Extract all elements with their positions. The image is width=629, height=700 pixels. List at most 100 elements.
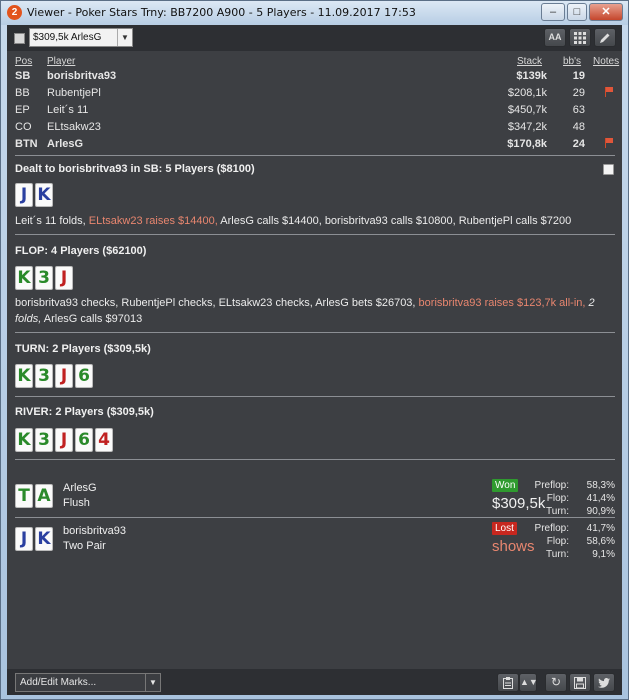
viewer-window: 2 Viewer - Poker Stars Trny: BB7200 A900… bbox=[0, 0, 629, 700]
twitter-icon[interactable] bbox=[593, 673, 615, 692]
chevron-down-icon[interactable]: ▼ bbox=[117, 29, 132, 46]
window-title: Viewer - Poker Stars Trny: BB7200 A900 -… bbox=[27, 6, 416, 19]
player-row[interactable]: CO ELtsakw23 $347,2k 48 bbox=[15, 119, 615, 136]
col-pos[interactable]: Pos bbox=[15, 56, 32, 67]
equity-label: Flop: bbox=[546, 536, 569, 547]
playing-card: 6 bbox=[75, 364, 93, 388]
marks-select[interactable]: Add/Edit Marks... ▼ bbox=[15, 673, 161, 692]
player-rows: SB borisbritva93 $139k 19 BB RubentjePl $208,1… bbox=[15, 68, 615, 153]
turn-cards: K3J6 bbox=[15, 364, 93, 389]
font-size-button[interactable]: AA bbox=[544, 28, 566, 47]
hole-cards: JK bbox=[15, 183, 53, 208]
player-bbs: 29 bbox=[572, 87, 585, 99]
river-title: RIVER: 2 Players ($309,5k) bbox=[15, 406, 154, 418]
player-position: CO bbox=[15, 121, 32, 133]
player-row[interactable]: BTN ArlesG $170,8k 24 bbox=[15, 136, 615, 153]
equity-label: Preflop: bbox=[534, 480, 569, 491]
preflop-title: Dealt to borisbritva93 in SB: 5 Players … bbox=[15, 163, 255, 175]
app-logo-icon: 2 bbox=[7, 5, 22, 20]
player-row[interactable]: SB borisbritva93 $139k 19 bbox=[15, 68, 615, 85]
chevron-down-icon[interactable]: ▼ bbox=[145, 674, 160, 691]
player-position: BTN bbox=[15, 138, 38, 150]
playing-card: J bbox=[55, 364, 73, 388]
replay-icon[interactable]: ↻ bbox=[545, 673, 567, 692]
player-row[interactable]: EP Leit´s 11 $450,7k 63 bbox=[15, 102, 615, 119]
divider bbox=[15, 234, 615, 235]
equity-flop: 41,4% bbox=[586, 493, 615, 504]
result-winner: TA ArlesG Flush Won $309,5k Preflop: 58,3… bbox=[15, 479, 615, 517]
hand-select-value: $309,5k ArlesG bbox=[33, 32, 102, 43]
playing-card: T bbox=[15, 484, 33, 508]
winner-name: ArlesG bbox=[63, 482, 97, 494]
playing-card: 3 bbox=[35, 428, 53, 452]
shows-label: shows bbox=[492, 538, 535, 555]
flop-cards: K3J bbox=[15, 266, 73, 291]
flop-title: FLOP: 4 Players ($62100) bbox=[15, 245, 147, 257]
player-name: borisbritva93 bbox=[47, 70, 117, 82]
equity-label: Flop: bbox=[546, 493, 569, 504]
note-flag-icon[interactable] bbox=[605, 138, 615, 148]
action-text: borisbritva93 checks, RubentjePl checks,… bbox=[15, 297, 419, 309]
playing-card: A bbox=[35, 484, 53, 508]
col-notes[interactable]: Notes bbox=[593, 56, 619, 67]
lost-badge: Lost bbox=[492, 522, 517, 535]
viewer-content: $309,5k ArlesG ▼ AA Pos Player Stack bb'… bbox=[7, 25, 622, 695]
note-flag-icon[interactable] bbox=[605, 87, 615, 97]
grid-icon[interactable] bbox=[569, 28, 591, 47]
player-name: Leit´s 11 bbox=[47, 104, 89, 116]
top-toolbar: $309,5k ArlesG ▼ AA bbox=[7, 25, 622, 51]
player-bbs: 19 bbox=[572, 70, 585, 82]
equity-turn: 9,1% bbox=[592, 549, 615, 560]
col-bbs[interactable]: bb's bbox=[563, 56, 581, 67]
raise-action: ELtsakw23 raises $14400, bbox=[88, 215, 218, 227]
player-stack: $450,7k bbox=[507, 104, 547, 116]
player-stack: $170,8k bbox=[507, 138, 547, 150]
close-button[interactable]: ✕ bbox=[589, 3, 623, 21]
clipboard-icon[interactable] bbox=[497, 673, 519, 692]
pencil-icon[interactable] bbox=[594, 28, 616, 47]
col-player[interactable]: Player bbox=[47, 56, 75, 67]
divider bbox=[15, 517, 615, 518]
equity-label: Turn: bbox=[546, 549, 569, 560]
playing-card: K bbox=[35, 527, 53, 551]
loser-cards: JK bbox=[15, 527, 53, 552]
divider bbox=[15, 332, 615, 333]
playing-card: 3 bbox=[35, 266, 53, 290]
player-position: SB bbox=[15, 70, 31, 82]
won-badge: Won bbox=[492, 479, 519, 492]
playing-card: 4 bbox=[95, 428, 113, 452]
divider bbox=[15, 155, 615, 156]
playing-card: K bbox=[15, 364, 33, 388]
note-icon[interactable] bbox=[603, 164, 614, 175]
playing-card: 6 bbox=[75, 428, 93, 452]
player-name: RubentjePl bbox=[47, 87, 101, 99]
player-stack: $139k bbox=[516, 70, 547, 82]
marks-placeholder: Add/Edit Marks... bbox=[20, 677, 97, 688]
bottom-toolbar: Add/Edit Marks... ▼ ▲▼ ↻ bbox=[7, 669, 622, 695]
player-stack: $208,1k bbox=[507, 87, 547, 99]
select-checkbox[interactable] bbox=[14, 33, 25, 44]
loser-name: borisbritva93 bbox=[63, 525, 126, 537]
player-bbs: 24 bbox=[572, 138, 585, 150]
loser-hand: Two Pair bbox=[63, 540, 106, 552]
maximize-button[interactable]: □ bbox=[567, 3, 587, 21]
divider bbox=[15, 396, 615, 397]
winner-cards: TA bbox=[15, 484, 53, 509]
player-position: EP bbox=[15, 104, 30, 116]
result-loser: JK borisbritva93 Two Pair Lost shows Pre… bbox=[15, 522, 615, 560]
players-header: Pos Player Stack bb's Notes bbox=[15, 56, 619, 68]
stepper-icon[interactable]: ▲▼ bbox=[519, 673, 538, 692]
minimize-button[interactable]: – bbox=[541, 3, 565, 21]
playing-card: K bbox=[15, 266, 33, 290]
col-stack[interactable]: Stack bbox=[517, 56, 542, 67]
save-icon[interactable] bbox=[569, 673, 591, 692]
river-cards: K3J64 bbox=[15, 428, 113, 453]
equity-preflop: 58,3% bbox=[586, 480, 615, 491]
equity-stats: Preflop: 58,3% Flop: 41,4% Turn: 90,9% bbox=[535, 479, 615, 518]
action-text: Leit´s 11 folds, bbox=[15, 215, 89, 227]
playing-card: K bbox=[35, 183, 53, 207]
hand-select[interactable]: $309,5k ArlesG ▼ bbox=[29, 28, 133, 47]
equity-label: Preflop: bbox=[534, 523, 569, 534]
player-row[interactable]: BB RubentjePl $208,1k 29 bbox=[15, 85, 615, 102]
preflop-actions: Leit´s 11 folds, ELtsakw23 raises $14400… bbox=[15, 213, 615, 229]
